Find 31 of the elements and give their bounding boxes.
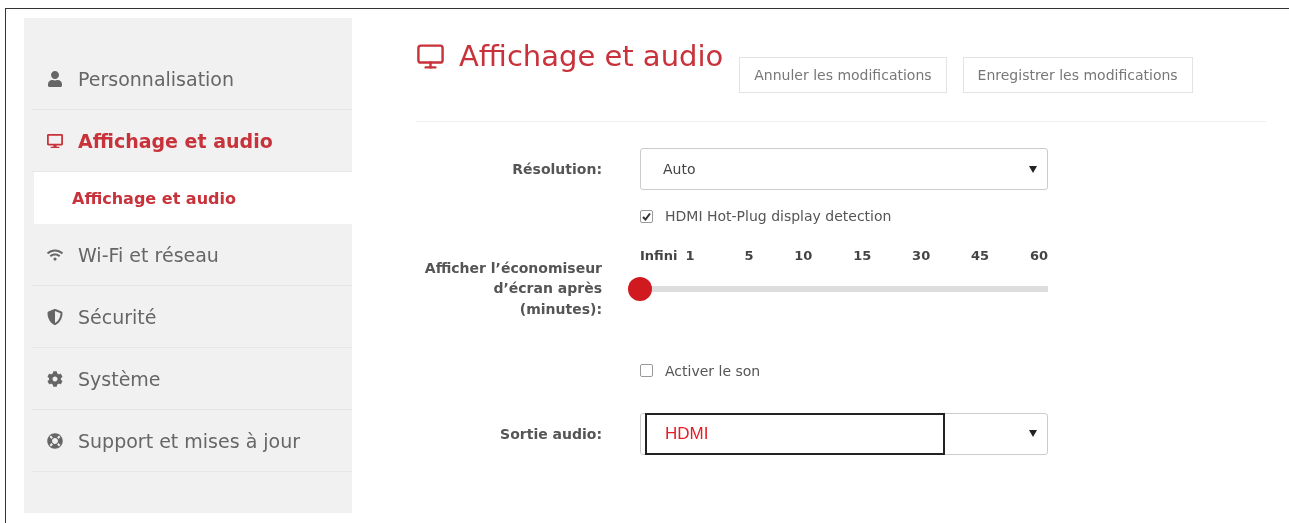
tick-label: 60 bbox=[1028, 248, 1049, 263]
tick-label: 30 bbox=[911, 248, 931, 263]
caret-icon bbox=[1029, 430, 1037, 438]
annotation-box: HDMI bbox=[645, 412, 945, 455]
header-button[interactable]: Annuler les modifications bbox=[739, 57, 947, 93]
monitor-icon bbox=[416, 41, 445, 71]
tick-label: 10 bbox=[793, 248, 813, 263]
checkbox-label[interactable]: Activer le son bbox=[640, 362, 761, 379]
tick-label: 5 bbox=[743, 248, 754, 263]
sidebar-item[interactable]: Personnalisation bbox=[32, 48, 352, 110]
tick-label: Infini bbox=[640, 248, 678, 263]
checkbox-label[interactable]: HDMI Hot-Plug display detection bbox=[640, 208, 892, 224]
header-button[interactable]: Enregistrer les modifications bbox=[962, 57, 1193, 93]
dropdown[interactable]: HDMI bbox=[640, 412, 1048, 455]
checkbox[interactable] bbox=[640, 209, 653, 223]
tick-label: 45 bbox=[970, 248, 990, 263]
sidebar-item[interactable]: Sécurité bbox=[32, 286, 352, 348]
slider-thumb[interactable] bbox=[628, 277, 652, 301]
field-label: Afficher l’économiseur d’écran après (minutes): bbox=[423, 259, 603, 319]
dropdown[interactable]: Auto bbox=[640, 148, 1048, 190]
caret-icon bbox=[1029, 165, 1037, 173]
tick-label: 1 bbox=[685, 248, 695, 263]
sidebar-subitem[interactable]: Affichage et audio bbox=[34, 172, 352, 224]
sidebar-item[interactable]: Système bbox=[32, 348, 352, 410]
field-label: Résolution: bbox=[511, 159, 603, 179]
page-title: Affichage et audio bbox=[416, 39, 724, 73]
sidebar-item[interactable]: Wi-Fi et réseau bbox=[32, 224, 352, 286]
checkbox[interactable] bbox=[640, 364, 653, 378]
tick-label: 15 bbox=[852, 248, 872, 263]
sidebar-item[interactable]: Support et mises à jour bbox=[32, 410, 352, 472]
field-label: Sortie audio: bbox=[499, 424, 603, 444]
